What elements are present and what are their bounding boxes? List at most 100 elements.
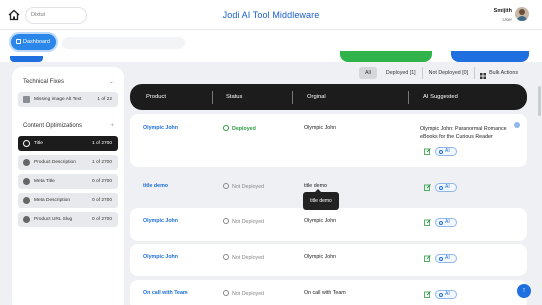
filter-not-deployed[interactable]: Not Deployed [0]	[423, 67, 476, 79]
section-title: Technical Fixes	[23, 79, 65, 85]
clock-icon	[223, 183, 229, 189]
circle-icon	[23, 197, 30, 204]
sidebar-item-count: 0 of 2700	[91, 217, 112, 222]
circle-icon	[23, 216, 30, 223]
edit-icon[interactable]	[424, 148, 431, 155]
sidebar-item-label: Meta Title	[34, 179, 55, 184]
top-bar: Dixtut Jodi AI Tool Middleware Smijith U…	[0, 0, 542, 30]
original-value: Olympic John	[304, 218, 337, 224]
ai-generate-button[interactable]: AI	[435, 147, 457, 156]
clock-icon	[223, 218, 229, 224]
column-header-ai-suggested: AI Suggested	[423, 94, 458, 100]
clock-icon	[223, 254, 229, 260]
sidebar-item-count: 0 of 2700	[91, 179, 112, 184]
ai-generate-button[interactable]: AI	[435, 290, 457, 299]
ai-generate-button[interactable]: AI	[435, 218, 457, 227]
sidebar-item-count: 0 of 2700	[91, 198, 112, 203]
dashboard-button[interactable]: Dashboard	[11, 34, 56, 50]
sidebar-item-meta-title[interactable]: Meta Title 0 of 2700	[18, 174, 118, 189]
edit-icon[interactable]	[424, 219, 431, 226]
blue-action-button[interactable]	[451, 51, 529, 62]
product-link[interactable]: Olympic John	[143, 254, 178, 260]
product-link[interactable]: Olympic John	[143, 218, 178, 224]
chevron-down-icon[interactable]: ⌄	[109, 75, 114, 89]
circle-icon	[23, 178, 30, 185]
sidebar-item-product-description[interactable]: Product Description 1 of 2700	[18, 155, 118, 170]
user-info: Smijith User	[494, 8, 512, 22]
green-action-button[interactable]	[340, 51, 432, 62]
ai-suggested-value: Olympic John: Paranormal Romance eBooks …	[420, 126, 507, 140]
original-value: Olympic John	[304, 254, 337, 260]
nav-search-field[interactable]	[62, 37, 185, 49]
original-value: Olympic John	[304, 125, 337, 131]
image-icon	[23, 96, 30, 103]
section-title: Content Optimizations	[23, 123, 83, 129]
filter-all[interactable]: All	[359, 67, 377, 79]
sidebar-item-title[interactable]: Title 1 of 2700	[18, 136, 118, 151]
status-badge: Not Deployed	[223, 254, 264, 261]
edit-icon[interactable]	[424, 255, 431, 262]
sidebar-item-product-url-slug[interactable]: Product URL Slug 0 of 2700	[18, 212, 118, 227]
scroll-top-button[interactable]: ↑	[517, 284, 531, 298]
sidebar-item-count: 1 of 2700	[91, 160, 112, 165]
plus-icon[interactable]: +	[110, 119, 114, 133]
dashboard-icon	[16, 39, 21, 44]
circle-icon	[23, 159, 30, 166]
clock-icon	[223, 290, 229, 296]
filter-deployed[interactable]: Deployed [1]	[380, 67, 423, 79]
ai-generate-button[interactable]: AI	[435, 254, 457, 263]
sidebar-item-label: Product Description	[34, 160, 76, 165]
ai-generate-button[interactable]: AI	[435, 183, 457, 192]
status-badge: Deployed	[223, 125, 256, 132]
tooltip: title demo	[303, 189, 339, 210]
table-row: On call with Team Not Deployed On call w…	[130, 280, 527, 305]
sidebar-item-label: Title	[34, 141, 43, 146]
ai-icon	[439, 256, 443, 261]
column-header-original: Orginal	[307, 94, 326, 100]
product-link[interactable]: On call with Team	[143, 290, 188, 296]
edit-icon[interactable]	[424, 291, 431, 298]
column-header-status: Status	[226, 94, 243, 100]
filter-bar: All Deployed [1] Not Deployed [0] Bulk A…	[359, 67, 518, 79]
table-row: Olympic John Not Deployed Olympic John A…	[130, 208, 527, 241]
table-row: Olympic John Not Deployed Olympic John A…	[130, 244, 527, 276]
bulk-actions-button[interactable]: Bulk Actions	[475, 70, 518, 79]
sidebar-item-label: Product URL Slug	[34, 217, 73, 222]
status-badge: Not Deployed	[223, 183, 264, 190]
grid-icon	[480, 73, 487, 79]
edit-icon[interactable]	[424, 184, 431, 191]
sidebar-item-missing-alt-text[interactable]: Missing image Alt Text 1 of 22	[18, 92, 118, 107]
product-link[interactable]: Olympic John	[143, 125, 178, 131]
ai-icon	[439, 220, 443, 225]
ai-icon	[439, 149, 443, 154]
section-content-optimizations[interactable]: Content Optimizations +	[18, 119, 118, 133]
check-circle-icon	[223, 125, 229, 131]
scrollbar[interactable]	[538, 86, 541, 116]
table-header: Product Status Orginal AI Suggested	[130, 84, 527, 110]
sidebar-item-meta-description[interactable]: Meta Description 0 of 2700	[18, 193, 118, 208]
user-role: User	[502, 17, 512, 22]
app-title: Jodi AI Tool Middleware	[222, 10, 320, 20]
status-dot	[514, 122, 520, 128]
original-value: On call with Team	[304, 290, 346, 296]
column-header-product: Product	[146, 94, 166, 100]
nav-row: Dashboard	[0, 30, 542, 62]
bulk-actions-label: Bulk Actions	[489, 70, 518, 76]
status-badge: Not Deployed	[223, 290, 264, 297]
user-name: Smijith	[493, 8, 512, 14]
status-badge: Not Deployed	[223, 218, 264, 225]
sidebar-top-button[interactable]	[10, 56, 43, 62]
sidebar: Technical Fixes ⌄ Missing image Alt Text…	[12, 67, 124, 305]
sidebar-item-count: 1 of 22	[97, 97, 112, 102]
product-link[interactable]: title demo	[143, 183, 168, 189]
sidebar-item-label: Meta Description	[34, 198, 70, 203]
sidebar-item-label: Missing image Alt Text	[34, 97, 82, 102]
dashboard-label: Dashboard	[23, 39, 50, 45]
ai-icon	[439, 185, 443, 190]
table-row: Olympic John Deployed Olympic John Olymp…	[130, 114, 527, 167]
sidebar-item-count: 1 of 2700	[91, 141, 112, 146]
section-technical-fixes[interactable]: Technical Fixes ⌄	[18, 75, 118, 89]
avatar[interactable]	[515, 7, 529, 21]
circle-icon	[23, 140, 30, 147]
ai-icon	[439, 292, 443, 297]
